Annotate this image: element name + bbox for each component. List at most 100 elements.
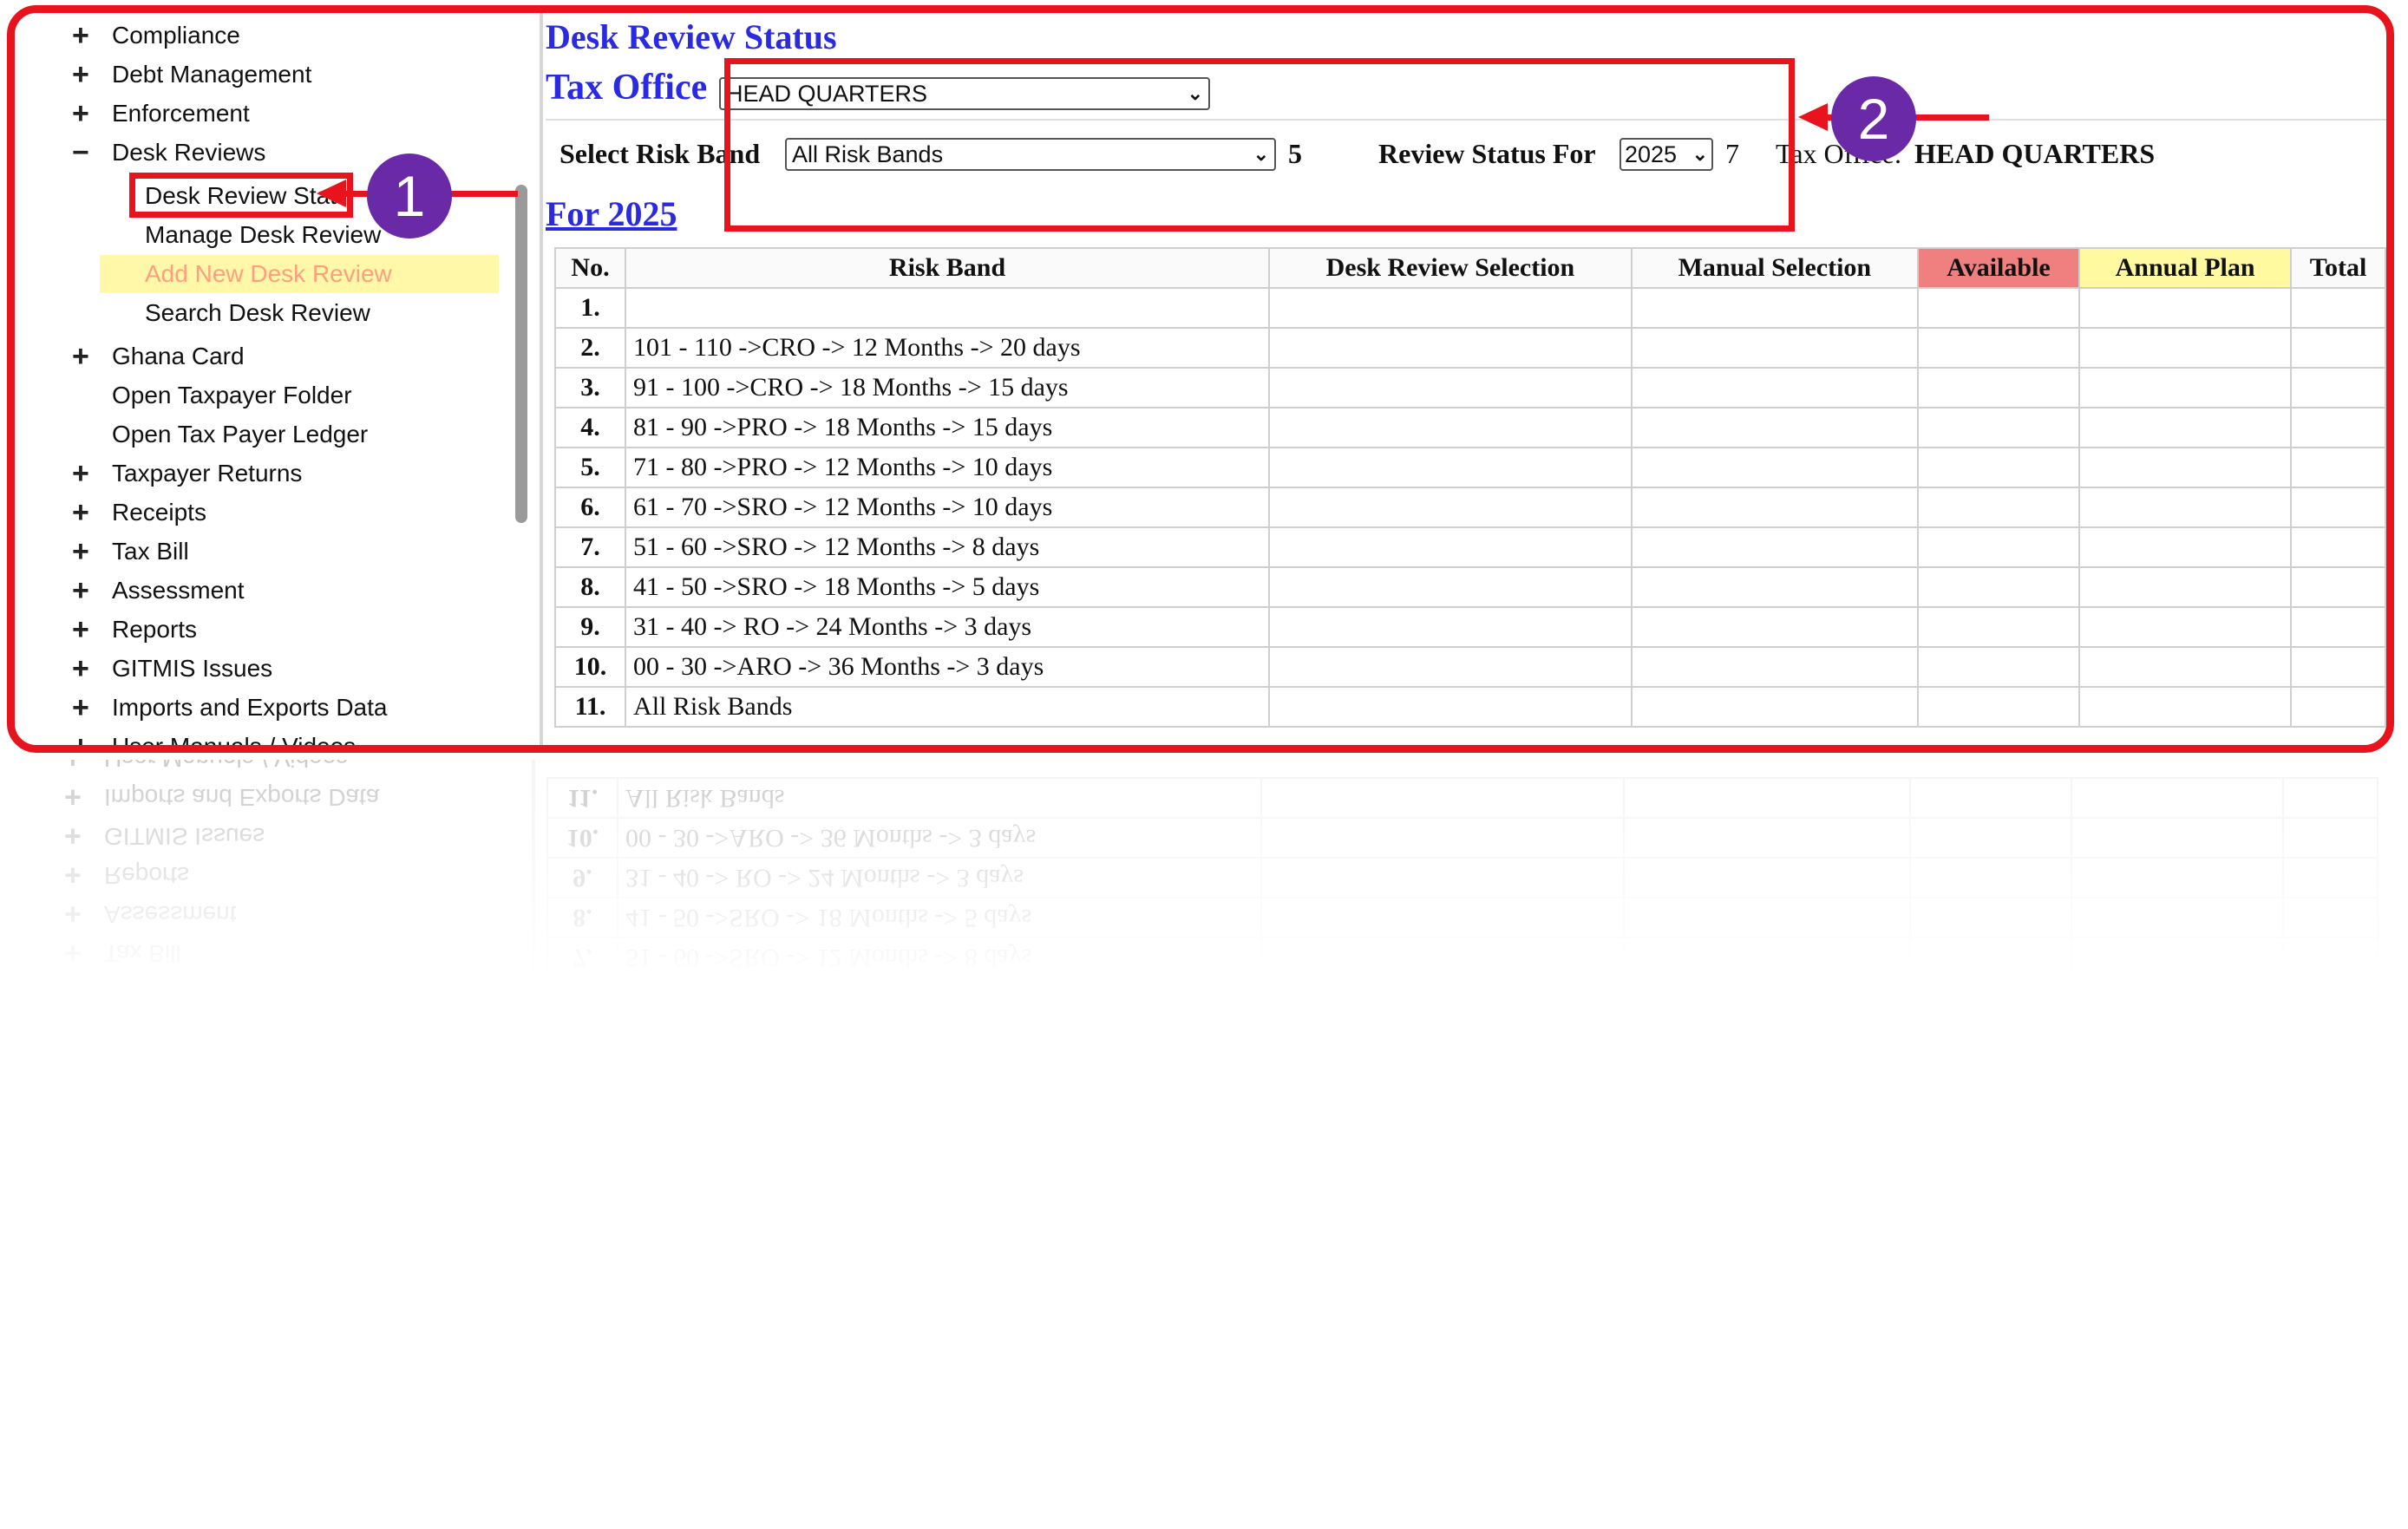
available-cell — [1916, 526, 2081, 568]
sidebar-subitem-label: Manage Desk Review — [145, 221, 382, 248]
annual-plan-cell — [2078, 487, 2293, 528]
available-cell — [1916, 566, 2081, 608]
row-number: 3. — [553, 367, 627, 408]
available-cell — [1916, 487, 2081, 528]
column-header-desk-review-selection: Desk Review Selection — [1268, 247, 1633, 289]
table-row: 1. — [553, 287, 2386, 329]
expand-icon: + — [72, 57, 89, 91]
arrow-left-icon — [317, 180, 346, 207]
annual-plan-cell — [2078, 686, 2293, 728]
risk-band-cell: 51 - 60 ->SRO -> 12 Months -> 8 days — [625, 526, 1271, 568]
row-number: 1. — [553, 287, 627, 329]
risk-band-cell: 31 - 40 -> RO -> 24 Months -> 3 days — [625, 606, 1271, 648]
sidebar-item-enforcement[interactable]: + Enforcement — [72, 95, 250, 133]
sidebar-item-label: Open Taxpayer Folder — [112, 382, 352, 408]
sidebar-item-taxpayer-returns[interactable]: + Taxpayer Returns — [72, 454, 302, 493]
sidebar-item-label: User Manuals / Videos — [112, 733, 357, 753]
sidebar-item-desk-reviews[interactable]: − Desk Reviews — [72, 134, 265, 172]
row-number: 4. — [553, 407, 627, 448]
manual-selection-cell — [1630, 407, 1919, 448]
table-row: 8. 41 - 50 ->SRO -> 18 Months -> 5 days — [553, 566, 2386, 608]
total-cell — [2290, 367, 2386, 408]
sidebar-item-assessment[interactable]: + Assessment — [72, 572, 245, 610]
available-cell — [1916, 407, 2081, 448]
table-row: 9. 31 - 40 -> RO -> 24 Months -> 3 days — [553, 606, 2386, 648]
annual-plan-cell — [2078, 566, 2293, 608]
sidebar-item-user-manuals-videos[interactable]: + User Manuals / Videos — [72, 728, 357, 753]
risk-band-cell: 00 - 30 ->ARO -> 36 Months -> 3 days — [625, 646, 1271, 688]
available-cell — [1916, 327, 2081, 369]
manual-selection-cell — [1630, 686, 1919, 728]
total-cell — [2290, 686, 2386, 728]
sidebar-divider — [540, 13, 543, 745]
risk-band-cell: 101 - 110 ->CRO -> 12 Months -> 20 days — [625, 327, 1271, 369]
sidebar-item-label: Assessment — [112, 577, 245, 604]
annual-plan-cell — [2078, 526, 2293, 568]
desk-review-selection-cell — [1268, 287, 1633, 329]
column-header-total: Total — [2290, 247, 2386, 289]
risk-band-cell: 61 - 70 ->SRO -> 12 Months -> 10 days — [625, 487, 1271, 528]
total-cell — [2290, 407, 2386, 448]
sidebar-subitem-add-new-desk-review[interactable]: Add New Desk Review — [100, 255, 499, 293]
annual-plan-cell — [2078, 407, 2293, 448]
step-badge-2: 2 — [1831, 76, 1916, 161]
annual-plan-cell — [2078, 646, 2293, 688]
risk-band-cell: 71 - 80 ->PRO -> 12 Months -> 10 days — [625, 447, 1271, 488]
expand-icon: + — [72, 690, 89, 724]
manual-selection-cell — [1630, 646, 1919, 688]
sidebar-item-debt-management[interactable]: + Debt Management — [72, 56, 311, 94]
sidebar: + Compliance + Debt Management + Enforcemen… — [15, 13, 535, 745]
desk-review-selection-cell — [1268, 327, 1633, 369]
annual-plan-cell — [2078, 287, 2293, 329]
sidebar-item-compliance[interactable]: + Compliance — [72, 16, 240, 55]
manual-selection-cell — [1630, 287, 1919, 329]
sidebar-item-tax-bill[interactable]: + Tax Bill — [72, 533, 189, 571]
table-row: 2. 101 - 110 ->CRO -> 12 Months -> 20 day… — [553, 327, 2386, 369]
sidebar-item-gitmis-issues[interactable]: + GITMIS Issues — [72, 650, 272, 688]
total-cell — [2290, 327, 2386, 369]
row-number: 6. — [553, 487, 627, 528]
sidebar-item-imports-exports-data[interactable]: + Imports and Exports Data — [72, 689, 387, 727]
available-cell — [1916, 606, 2081, 648]
sidebar-item-open-taxpayer-folder[interactable]: Open Taxpayer Folder — [72, 376, 352, 415]
available-cell — [1916, 646, 2081, 688]
sidebar-item-ghana-card[interactable]: + Ghana Card — [72, 337, 245, 376]
callout-frame: + Compliance + Debt Management + Enforcemen… — [7, 5, 2394, 753]
sidebar-scrollbar[interactable] — [515, 185, 527, 523]
desk-review-selection-cell — [1268, 447, 1633, 488]
table-row: 6. 61 - 70 ->SRO -> 12 Months -> 10 days — [553, 487, 2386, 528]
sidebar-item-label: Open Tax Payer Ledger — [112, 421, 369, 448]
table-row: 11. All Risk Bands — [553, 686, 2386, 728]
annual-plan-cell — [2078, 327, 2293, 369]
total-cell — [2290, 606, 2386, 648]
total-cell — [2290, 526, 2386, 568]
sidebar-item-label: Tax Bill — [112, 538, 189, 565]
sidebar-item-open-tax-payer-ledger[interactable]: Open Tax Payer Ledger — [72, 415, 368, 454]
sidebar-subitem-manage-desk-review[interactable]: Manage Desk Review — [145, 216, 381, 254]
row-number: 11. — [553, 686, 627, 728]
sidebar-subitem-label: Add New Desk Review — [145, 260, 392, 287]
page-title: Desk Review Status — [546, 17, 837, 56]
risk-band-cell: All Risk Bands — [625, 686, 1271, 728]
sidebar-item-label: GITMIS Issues — [112, 655, 273, 682]
table-row: 4. 81 - 90 ->PRO -> 18 Months -> 15 days — [553, 407, 2386, 448]
sidebar-item-label: Imports and Exports Data — [112, 694, 388, 721]
sidebar-subitem-search-desk-review[interactable]: Search Desk Review — [145, 294, 370, 332]
manual-selection-cell — [1630, 606, 1919, 648]
for-year-link[interactable]: For 2025 — [546, 193, 677, 234]
column-header-risk-band: Risk Band — [625, 247, 1271, 289]
manual-selection-cell — [1630, 526, 1919, 568]
tax-office-label: Tax Office — [546, 68, 708, 108]
table-header-row: No. Risk Band Desk Review Selection Manu… — [553, 247, 2386, 289]
total-cell — [2290, 646, 2386, 688]
sidebar-item-receipts[interactable]: + Receipts — [72, 493, 206, 532]
sidebar-item-label: Receipts — [112, 499, 206, 526]
desk-review-selection-cell — [1268, 407, 1633, 448]
desk-review-selection-cell — [1268, 606, 1633, 648]
reflection-fade — [0, 760, 2408, 994]
column-header-annual-plan: Annual Plan — [2078, 247, 2293, 289]
sidebar-item-reports[interactable]: + Reports — [72, 611, 197, 649]
app-content: + Compliance + Debt Management + Enforcemen… — [15, 13, 2386, 745]
screenshot: + Compliance + Debt Management + Enforcemen… — [0, 0, 2408, 1529]
expand-icon: + — [72, 96, 89, 130]
